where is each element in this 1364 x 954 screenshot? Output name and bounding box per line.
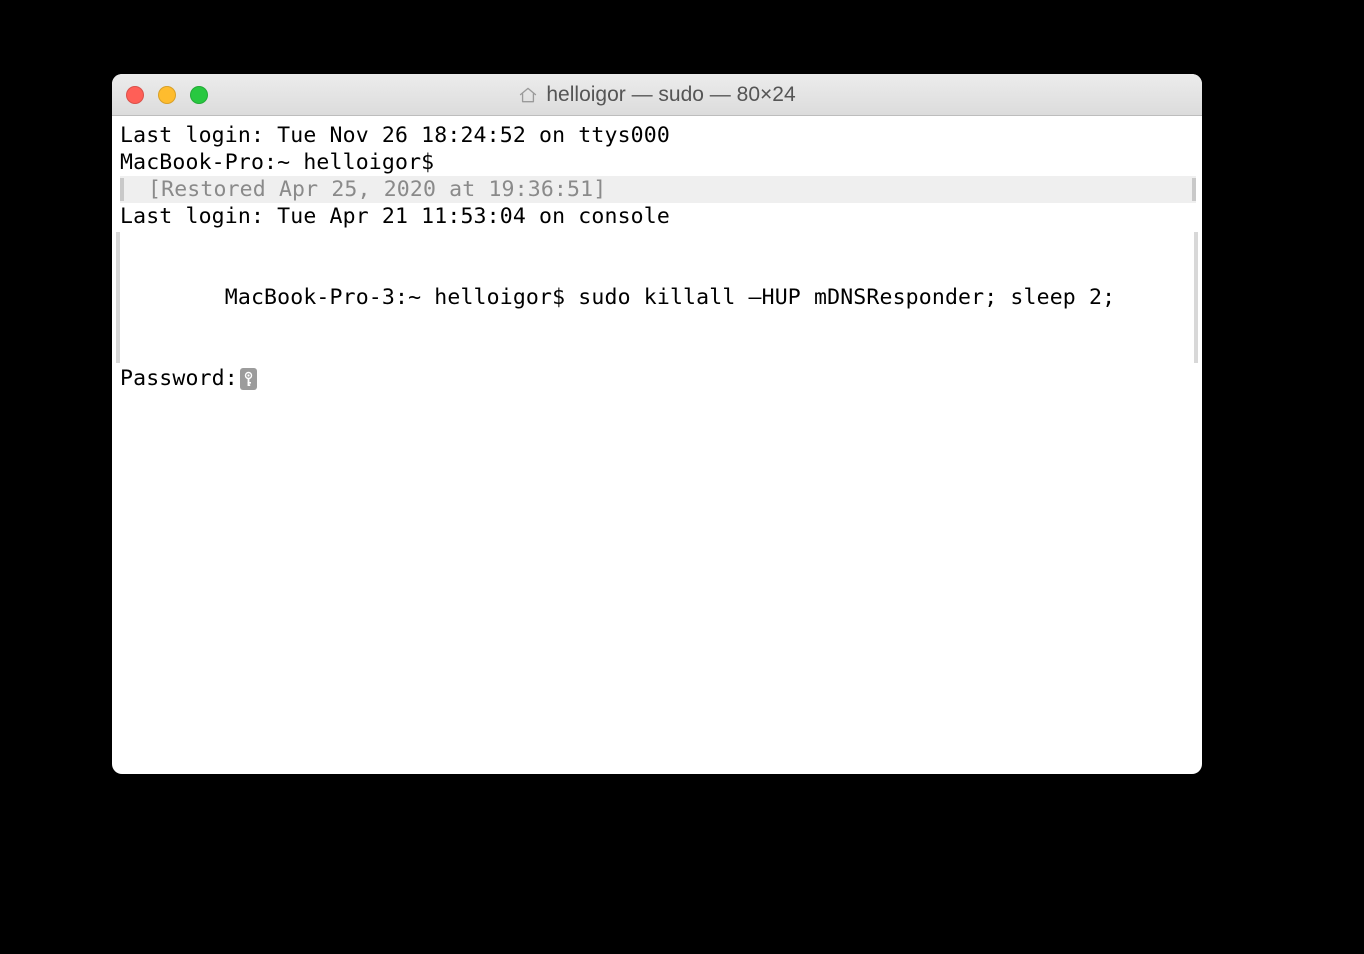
window-title-area: helloigor — sudo — 80×24 bbox=[112, 83, 1202, 107]
terminal-line: MacBook-Pro:~ helloigor$ bbox=[120, 149, 1196, 176]
password-label: Password: bbox=[120, 365, 238, 392]
restored-session-line: [Restored Apr 25, 2020 at 19:36:51] bbox=[120, 176, 1196, 203]
titlebar[interactable]: helloigor — sudo — 80×24 bbox=[112, 74, 1202, 116]
terminal-command-line: MacBook-Pro-3:~ helloigor$ sudo killall … bbox=[120, 230, 1196, 365]
terminal-body[interactable]: Last login: Tue Nov 26 18:24:52 on ttys0… bbox=[112, 116, 1202, 398]
minimize-button[interactable] bbox=[158, 86, 176, 104]
zoom-button[interactable] bbox=[190, 86, 208, 104]
key-icon bbox=[240, 368, 257, 390]
terminal-command-text: MacBook-Pro-3:~ helloigor$ sudo killall … bbox=[225, 285, 1115, 310]
window-controls bbox=[126, 86, 208, 104]
close-button[interactable] bbox=[126, 86, 144, 104]
wrap-indicator-right bbox=[1194, 232, 1198, 363]
wrap-indicator-left bbox=[116, 232, 120, 363]
terminal-line: Last login: Tue Apr 21 11:53:04 on conso… bbox=[120, 203, 1196, 230]
terminal-line: Last login: Tue Nov 26 18:24:52 on ttys0… bbox=[120, 122, 1196, 149]
window-title: helloigor — sudo — 80×24 bbox=[546, 83, 795, 107]
terminal-window: helloigor — sudo — 80×24 Last login: Tue… bbox=[112, 74, 1202, 774]
password-prompt-line: Password: bbox=[120, 365, 1196, 392]
home-icon bbox=[518, 85, 538, 105]
